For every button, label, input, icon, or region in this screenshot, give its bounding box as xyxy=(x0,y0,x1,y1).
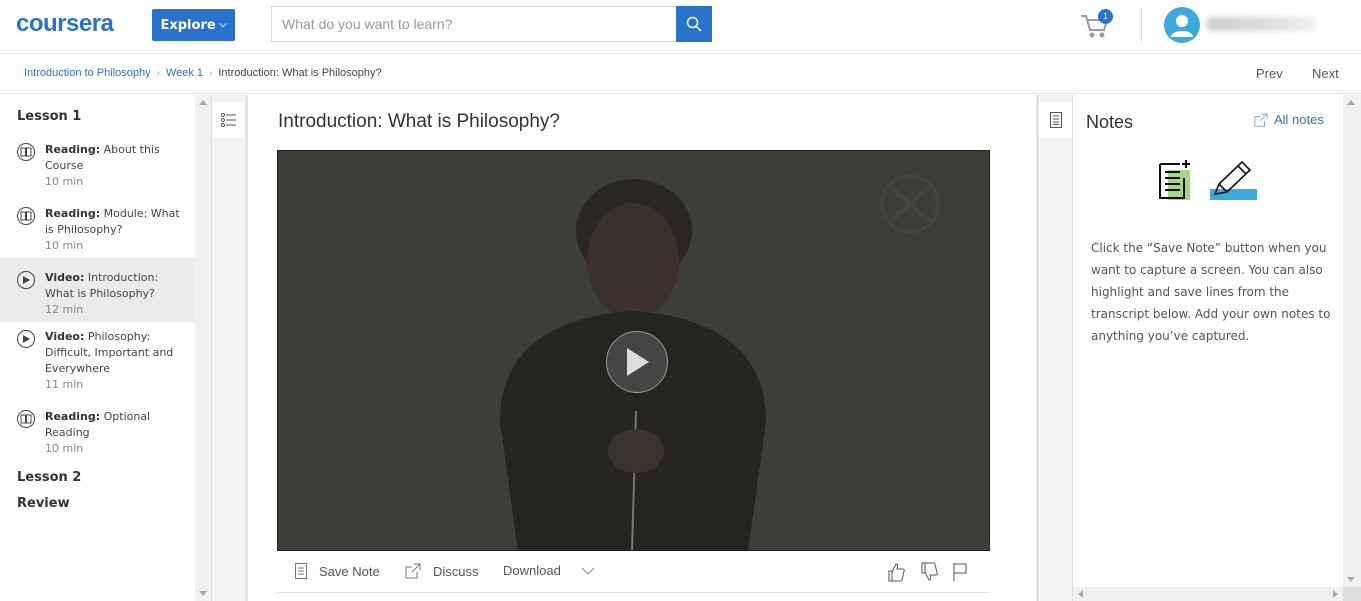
play-circle-icon xyxy=(17,330,35,348)
search-icon xyxy=(686,16,702,32)
thumbs-up-icon[interactable] xyxy=(887,562,905,582)
scrollbar-corner xyxy=(1343,587,1361,601)
chevron-right-icon: › xyxy=(156,67,160,79)
username-blurred[interactable] xyxy=(1206,17,1318,31)
notes-scrollbar[interactable] xyxy=(1343,95,1361,587)
all-notes-link[interactable]: All notes xyxy=(1254,112,1324,127)
breadcrumb-week[interactable]: Week 1 xyxy=(166,67,203,79)
scroll-right-icon[interactable] xyxy=(1333,590,1338,598)
item-duration: 10 min xyxy=(45,175,84,188)
cart-count-badge: 1 xyxy=(1098,9,1113,24)
breadcrumb-course[interactable]: Introduction to Philosophy xyxy=(24,67,151,79)
breadcrumb-current: Introduction: What is Philosophy? xyxy=(218,67,382,79)
item-type: Video: xyxy=(45,330,85,343)
play-button[interactable] xyxy=(606,331,668,393)
next-button[interactable]: Next xyxy=(1312,66,1339,81)
item-duration: 10 min xyxy=(45,442,84,455)
search-button[interactable] xyxy=(676,6,712,42)
search-placeholder: What do you want to learn? xyxy=(282,16,453,32)
save-note-button[interactable]: Save Note xyxy=(295,563,380,579)
download-label: Download xyxy=(503,563,561,578)
list-icon xyxy=(220,113,236,127)
sidebar-item[interactable]: Video: Philosophy: Difficult, Important … xyxy=(0,323,195,399)
scroll-down-icon[interactable] xyxy=(1347,577,1355,582)
item-type: Reading: xyxy=(45,143,101,156)
discuss-label: Discuss xyxy=(433,563,479,579)
breadcrumb-bar: Introduction to Philosophy › Week 1 › In… xyxy=(0,55,1361,94)
toggle-outline-button[interactable] xyxy=(212,102,245,138)
notes-help-text: Click the “Save Note” button when you wa… xyxy=(1091,241,1331,343)
lesson-1-heading[interactable]: Lesson 1 xyxy=(17,109,81,124)
external-link-icon xyxy=(1254,112,1268,127)
header-divider xyxy=(1141,8,1142,42)
item-type: Video: xyxy=(45,271,85,284)
lesson-2-heading[interactable]: Lesson 2 xyxy=(17,470,81,485)
play-icon xyxy=(627,348,649,376)
video-player[interactable] xyxy=(277,150,990,551)
thumbs-down-icon[interactable] xyxy=(920,562,938,582)
item-type: Reading: xyxy=(45,207,101,220)
coursera-logo[interactable]: coursera xyxy=(16,10,114,38)
sidebar-item[interactable]: Reading: About this Course 10 min xyxy=(0,135,195,199)
explore-button[interactable]: Explore ⌵ xyxy=(152,9,235,41)
review-heading[interactable]: Review xyxy=(17,496,70,511)
item-duration: 11 min xyxy=(45,378,84,391)
sidebar-scrollbar[interactable] xyxy=(195,95,211,601)
lesson-sidebar: Lesson 1 Reading: About this Course 10 mi… xyxy=(0,95,195,601)
play-circle-icon xyxy=(17,271,35,289)
user-icon xyxy=(1171,15,1193,37)
search-input[interactable]: What do you want to learn? xyxy=(271,6,677,42)
notes-icon xyxy=(1049,112,1062,128)
book-icon xyxy=(17,207,35,225)
all-notes-label: All notes xyxy=(1274,112,1324,127)
chevron-down-icon: ⌵ xyxy=(219,20,227,30)
highlight-pen-illustration-icon xyxy=(1210,160,1257,200)
download-dropdown[interactable]: Download xyxy=(503,563,595,578)
scroll-up-icon[interactable] xyxy=(1347,100,1355,105)
book-icon xyxy=(17,410,35,428)
note-icon xyxy=(295,563,307,579)
notes-panel: Notes All notes Click the “Save Note” bu… xyxy=(1073,95,1343,587)
left-rail xyxy=(211,95,248,601)
scroll-down-icon[interactable] xyxy=(199,591,207,596)
main-content: Introduction: What is Philosophy? Save N… xyxy=(248,95,1036,601)
page-title: Introduction: What is Philosophy? xyxy=(278,111,560,132)
save-note-label: Save Note xyxy=(319,563,380,579)
item-duration: 10 min xyxy=(45,239,84,252)
right-rail xyxy=(1036,95,1073,601)
chevron-down-icon xyxy=(581,567,595,575)
scroll-up-icon[interactable] xyxy=(199,100,207,105)
sidebar-item-active[interactable]: Video: Introduction: What is Philosophy?… xyxy=(0,258,195,322)
notes-title: Notes xyxy=(1086,112,1134,132)
avatar[interactable] xyxy=(1164,7,1200,43)
item-duration: 12 min xyxy=(45,303,84,316)
external-link-icon xyxy=(405,563,421,579)
sidebar-item[interactable]: Reading: Module: What is Philosophy? 10 m… xyxy=(0,199,195,263)
top-nav-bar: coursera Explore ⌵ What do you want to l… xyxy=(0,0,1361,54)
breadcrumb: Introduction to Philosophy › Week 1 › In… xyxy=(24,67,382,79)
flag-icon[interactable] xyxy=(952,562,968,582)
explore-label: Explore xyxy=(160,17,216,33)
notes-horizontal-scrollbar[interactable] xyxy=(1073,587,1343,601)
chevron-right-icon: › xyxy=(209,67,213,79)
video-toolbar: Save Note Discuss Download xyxy=(277,553,990,593)
item-type: Reading: xyxy=(45,410,101,423)
book-icon xyxy=(17,143,35,161)
toggle-notes-button[interactable] xyxy=(1039,102,1072,138)
add-note-illustration-icon xyxy=(1159,160,1190,200)
prev-button[interactable]: Prev xyxy=(1256,66,1283,81)
discuss-button[interactable]: Discuss xyxy=(405,563,479,579)
scroll-left-icon[interactable] xyxy=(1078,590,1083,598)
sidebar-item[interactable]: Reading: Optional Reading 10 min xyxy=(0,403,195,467)
